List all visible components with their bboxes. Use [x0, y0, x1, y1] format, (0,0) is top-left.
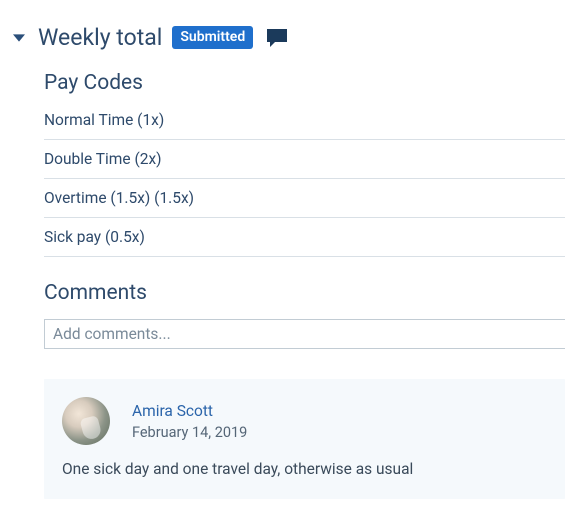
section-header: Weekly total Submitted	[12, 24, 565, 51]
paycode-item[interactable]: Double Time (2x)	[44, 140, 565, 179]
comment-icon[interactable]	[265, 27, 289, 49]
comment-author[interactable]: Amira Scott	[132, 402, 247, 420]
comments-title: Comments	[44, 281, 565, 305]
comment-body: One sick day and one travel day, otherwi…	[62, 459, 547, 481]
paycode-item[interactable]: Sick pay (0.5x)	[44, 218, 565, 257]
page-title: Weekly total	[38, 24, 162, 51]
paycode-item[interactable]: Normal Time (1x)	[44, 109, 565, 140]
comment-date: February 14, 2019	[132, 424, 247, 441]
comment-input[interactable]	[44, 319, 565, 349]
avatar	[62, 397, 110, 445]
status-badge: Submitted	[172, 26, 253, 49]
chevron-down-icon[interactable]	[12, 31, 26, 45]
comment-card: Amira Scott February 14, 2019 One sick d…	[44, 379, 565, 499]
paycodes-title: Pay Codes	[44, 71, 565, 95]
paycode-item[interactable]: Overtime (1.5x) (1.5x)	[44, 179, 565, 218]
paycode-list: Normal Time (1x) Double Time (2x) Overti…	[44, 109, 565, 257]
